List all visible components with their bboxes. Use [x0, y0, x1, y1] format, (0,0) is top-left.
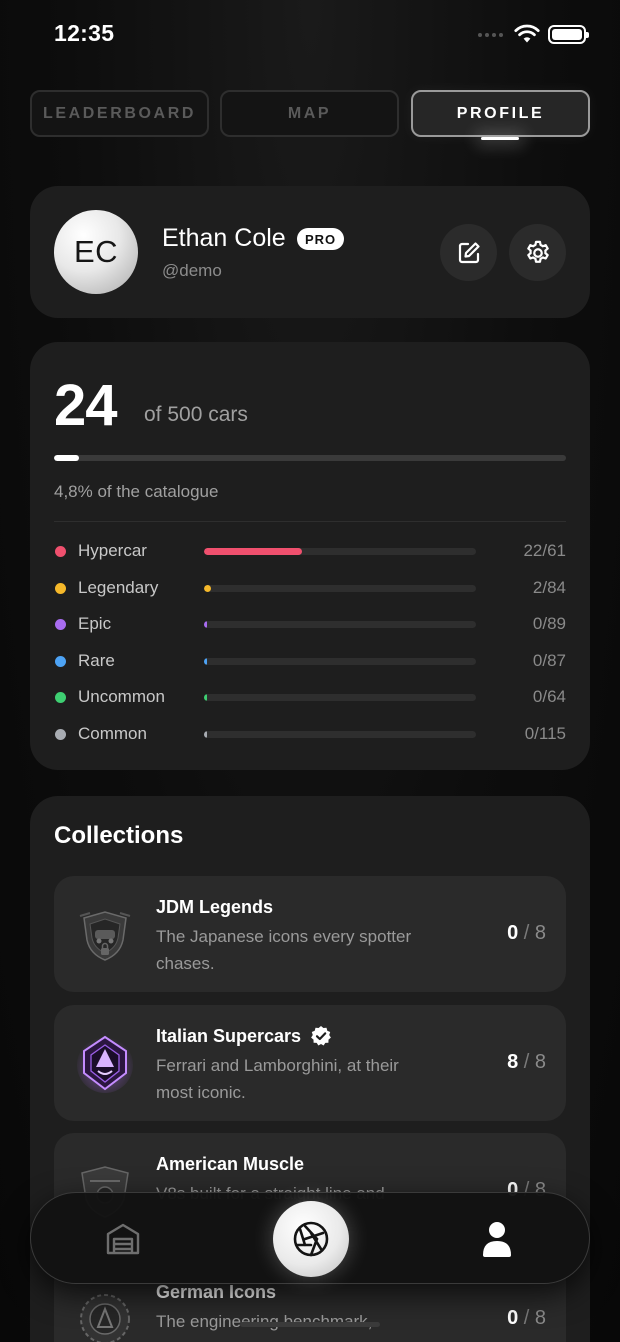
jdm-emblem-icon — [79, 911, 131, 961]
rarity-label: Epic — [78, 614, 112, 633]
collection-progress: 0 / 8 — [507, 1307, 546, 1330]
rarity-label: Legendary — [78, 578, 159, 597]
collection-progress: 8 / 8 — [507, 1051, 546, 1074]
rarity-dot — [55, 619, 66, 630]
rarity-label: Hypercar — [78, 541, 147, 560]
rarity-progress-fill — [204, 548, 303, 555]
tab-profile[interactable]: PROFILE — [411, 90, 590, 137]
rarity-count: 0/87 — [532, 651, 566, 670]
italian-supercars-emblem-icon — [77, 1035, 133, 1093]
rarity-count: 22/61 — [523, 541, 566, 560]
rarity-row-hypercar: Hypercar 22/61 — [54, 540, 566, 564]
profile-name: Ethan Cole — [162, 224, 286, 252]
pro-badge: PRO — [297, 228, 345, 250]
rarity-progress-fill — [204, 731, 207, 738]
rarity-row-rare: Rare 0/87 — [54, 650, 566, 674]
rarity-dot — [55, 583, 66, 594]
collection-progress-separator: / — [523, 1051, 530, 1073]
rarity-row-common: Common 0/115 — [54, 723, 566, 747]
collection-description: The Japanese icons every spotter chases. — [156, 927, 412, 973]
collection-name: Italian Supercars — [156, 1026, 302, 1046]
active-tab-indicator — [481, 137, 519, 140]
camera-shutter-icon — [293, 1221, 329, 1257]
rarity-progress-bar — [204, 731, 476, 738]
rarity-dot — [55, 656, 66, 667]
rarity-dot — [55, 692, 66, 703]
avatar[interactable]: EC — [54, 210, 138, 294]
catalogue-progress-fill — [54, 455, 79, 461]
rarity-count: 0/89 — [532, 614, 566, 633]
rarity-progress-fill — [204, 621, 207, 628]
collection-progress-separator: / — [523, 1307, 530, 1329]
rarity-progress-bar — [204, 548, 476, 555]
tab-leaderboard[interactable]: LEADERBOARD — [30, 90, 209, 137]
collection-owned: 0 — [507, 1307, 519, 1329]
collection-total: 8 — [534, 1307, 546, 1329]
rarity-label: Common — [78, 724, 147, 743]
catalogue-progress-bar — [54, 455, 566, 461]
home-indicator — [240, 1322, 380, 1327]
collection-item-italian-supercars[interactable]: Italian Supercars Ferrari and Lamborghin… — [54, 1005, 566, 1121]
rarity-progress-bar — [204, 621, 476, 628]
collection-stats-card: 24 of 500 cars 4,8% of the catalogue Hyp… — [30, 342, 590, 770]
status-bar: 12:35 — [0, 0, 620, 70]
wifi-icon — [514, 24, 540, 43]
collection-name: JDM Legends — [156, 897, 274, 917]
german-icons-emblem-icon — [80, 1294, 130, 1342]
rarity-dot — [55, 729, 66, 740]
collection-name: American Muscle — [156, 1154, 305, 1174]
nav-profile-button[interactable] — [467, 1215, 527, 1263]
rarity-count: 2/84 — [532, 578, 566, 597]
rarity-row-uncommon: Uncommon 0/64 — [54, 686, 566, 710]
collection-total: 8 — [534, 922, 546, 944]
nav-camera-button[interactable] — [273, 1201, 349, 1277]
nav-garage-button[interactable] — [93, 1215, 153, 1263]
profile-card: EC Ethan Cole PRO @demo — [30, 186, 590, 318]
rarity-label: Uncommon — [78, 687, 165, 706]
collection-owned: 8 — [507, 1051, 519, 1073]
verified-badge-icon — [311, 1026, 331, 1046]
profile-handle: @demo — [162, 261, 222, 280]
rarity-progress-fill — [204, 585, 211, 592]
rarity-progress-fill — [204, 694, 207, 701]
catalogue-percent: 4,8% of the catalogue — [54, 482, 219, 501]
rarity-dot — [55, 546, 66, 557]
divider — [54, 521, 566, 522]
collection-progress: 0 / 8 — [507, 922, 546, 945]
tab-map[interactable]: MAP — [220, 90, 399, 137]
cars-total-label: of 500 cars — [144, 403, 248, 426]
settings-button[interactable] — [509, 224, 566, 281]
edit-icon — [458, 241, 480, 263]
rarity-count: 0/64 — [532, 687, 566, 706]
edit-profile-button[interactable] — [440, 224, 497, 281]
gear-icon — [526, 240, 549, 263]
rarity-progress-bar — [204, 694, 476, 701]
cellular-signal-icon — [478, 33, 503, 37]
garage-icon — [106, 1223, 140, 1255]
rarity-label: Rare — [78, 651, 115, 670]
collection-progress-separator: / — [523, 922, 530, 944]
collection-description: Ferrari and Lamborghini, at their most i… — [156, 1056, 399, 1102]
rarity-progress-bar — [204, 658, 476, 665]
collections-title: Collections — [54, 822, 184, 849]
collection-name: German Icons — [156, 1282, 277, 1302]
status-time: 12:35 — [54, 20, 115, 46]
bottom-nav-bar — [30, 1192, 590, 1284]
battery-icon — [548, 25, 589, 44]
cars-owned-count: 24 — [54, 373, 118, 438]
rarity-count: 0/115 — [524, 724, 566, 743]
rarity-row-legendary: Legendary 2/84 — [54, 577, 566, 601]
rarity-progress-fill — [204, 658, 207, 665]
collection-item-jdm-legends[interactable]: JDM Legends The Japanese icons every spo… — [54, 876, 566, 992]
collection-total: 8 — [534, 1051, 546, 1073]
user-icon — [483, 1222, 511, 1257]
rarity-row-epic: Epic 0/89 — [54, 613, 566, 637]
rarity-progress-bar — [204, 585, 476, 592]
collection-owned: 0 — [507, 922, 519, 944]
